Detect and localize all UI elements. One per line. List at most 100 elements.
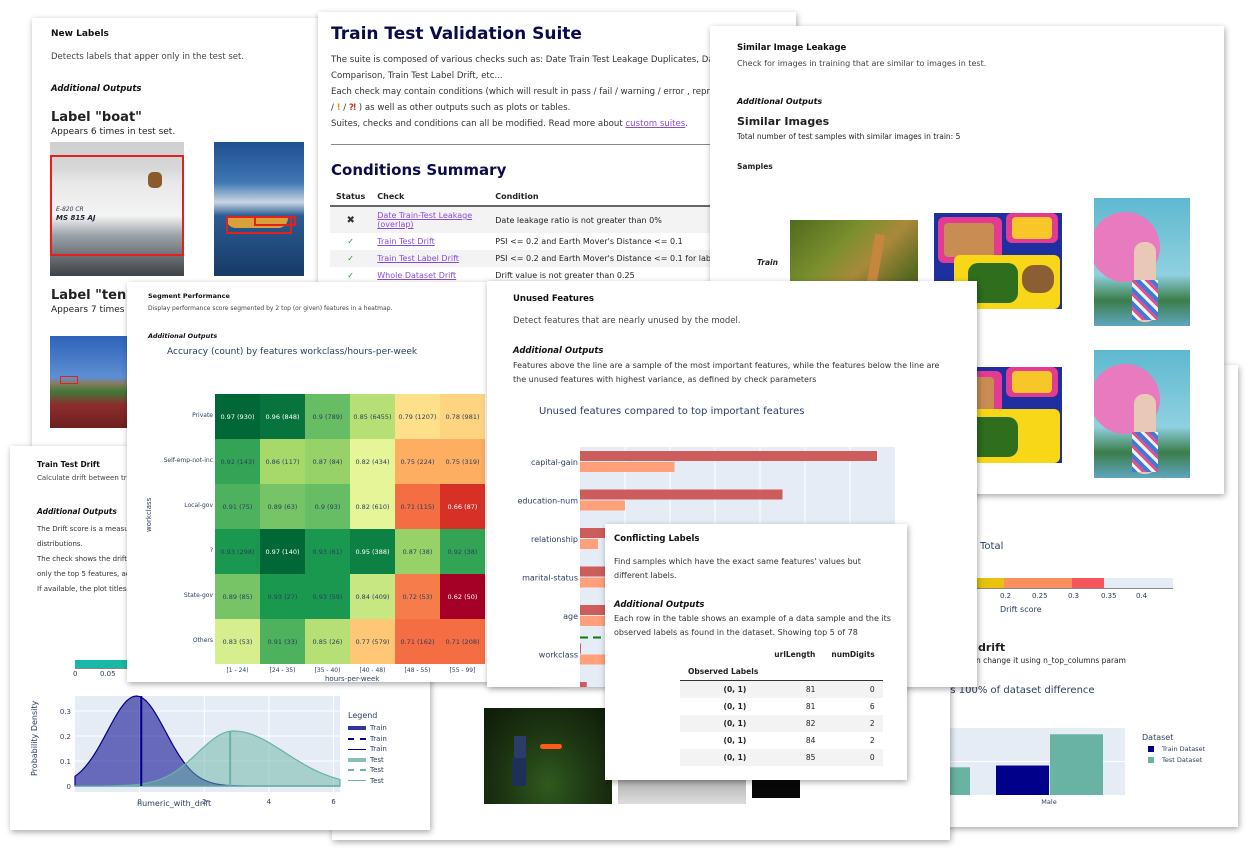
- similar-total-text: Total number of test samples with simila…: [737, 132, 961, 141]
- bounding-box: [254, 216, 296, 226]
- heatmap-cell[interactable]: 0.82 (434): [350, 439, 395, 484]
- drift-tick: 0.35: [1101, 592, 1117, 600]
- drift-tick: 0.3: [1068, 592, 1080, 600]
- ttd-description: Calculate drift between trai: [37, 474, 133, 482]
- check-link[interactable]: Train Test Label Drift: [377, 254, 459, 263]
- density-xlabel: numeric_with_drift: [137, 799, 212, 808]
- heatmap-cell[interactable]: 0.93 (298): [215, 529, 260, 574]
- heatmap-cell[interactable]: 0.89 (63): [260, 484, 305, 529]
- heatmap-cell[interactable]: 0.77 (579): [350, 619, 395, 664]
- heatmap-cell[interactable]: 0.96 (848): [260, 394, 305, 439]
- umbrella-image-test: [1094, 350, 1190, 478]
- heatmap-cell[interactable]: 0.91 (75): [215, 484, 260, 529]
- heatmap-xlabel: hours-per-week: [325, 675, 380, 682]
- heatmap-cell[interactable]: 0.92 (143): [215, 439, 260, 484]
- heatmap-row-label: Local-gov: [184, 501, 213, 509]
- check-link[interactable]: Date Train-Test Leakage (overlap): [377, 211, 472, 229]
- pass-icon: ✓: [330, 250, 372, 267]
- drift-score-axis-label: Drift score: [1000, 605, 1042, 614]
- legend-item-train[interactable]: Train Dataset: [1148, 745, 1205, 753]
- legend-item[interactable]: Test: [348, 755, 387, 766]
- suite-description: The suite is composed of various checks …: [331, 55, 723, 129]
- similar-images-heading: Similar Images: [737, 115, 830, 128]
- conflicting-labels-card: Conflicting Labels Find samples which ha…: [605, 524, 907, 780]
- legend-swatch: [1148, 757, 1154, 763]
- boat-image-1: E-820 CR MS 815 AJ: [50, 142, 184, 276]
- heatmap-cell[interactable]: 0.62 (50): [440, 574, 485, 619]
- heatmap-cell[interactable]: 0.85 (6455): [350, 394, 395, 439]
- heatmap-cell[interactable]: 0.9 (789): [305, 394, 350, 439]
- x-tick-label: 6: [331, 798, 336, 806]
- legend-item-test[interactable]: Test Dataset: [1148, 756, 1202, 764]
- heatmap-cell[interactable]: 0.97 (140): [260, 529, 305, 574]
- custom-suites-link[interactable]: custom suites: [625, 119, 685, 129]
- heatmap-cell[interactable]: 0.82 (610): [350, 484, 395, 529]
- pass-icon: ✓: [347, 237, 354, 246]
- heatmap-cell[interactable]: 0.84 (409): [350, 574, 395, 619]
- check-link[interactable]: Whole Dataset Drift: [377, 271, 456, 280]
- heatmap-cell[interactable]: 0.75 (319): [440, 439, 485, 484]
- frisbee-image: [484, 708, 612, 804]
- heatmap-cell[interactable]: 0.87 (38): [395, 529, 440, 574]
- heatmap-cell[interactable]: 0.93 (61): [305, 529, 350, 574]
- heatmap-cell[interactable]: 0.79 (1207): [395, 394, 440, 439]
- bounding-box: [50, 155, 184, 256]
- additional-outputs-heading: Additional Outputs: [37, 507, 117, 516]
- importance-bar: [580, 682, 587, 687]
- heatmap-cell[interactable]: 0.89 (85): [215, 574, 260, 619]
- legend-label: Train: [370, 724, 387, 733]
- feature-label: marital-status: [522, 574, 578, 583]
- legend-item[interactable]: Train: [348, 744, 387, 755]
- heatmap-cell[interactable]: 0.97 (930): [215, 394, 260, 439]
- legend-item[interactable]: Train: [348, 734, 387, 745]
- table-row: (0, 1) 84 2: [723, 736, 875, 745]
- new-labels-description: Detects labels that apper only in the te…: [51, 52, 245, 62]
- heatmap-cell[interactable]: 0.72 (53): [395, 574, 440, 619]
- legend-swatch: [348, 748, 366, 750]
- density-ylabel: Probability Density: [30, 700, 39, 776]
- y-tick-label: 0.2: [60, 733, 71, 741]
- heatmap-col-label: [40 - 48): [359, 667, 386, 674]
- heatmap-cell[interactable]: 0.75 (224): [395, 439, 440, 484]
- total-chart-title: Total: [980, 541, 1004, 552]
- legend-item[interactable]: Train: [348, 723, 387, 734]
- col-numdigits: numDigits: [831, 650, 875, 659]
- train-bar: [996, 765, 1049, 795]
- heatmap-cell[interactable]: 0.66 (87): [440, 484, 485, 529]
- legend-label: Train: [370, 734, 387, 743]
- heatmap-cell[interactable]: 0.9 (93): [305, 484, 350, 529]
- legend-label: Train: [370, 745, 387, 754]
- variance-bar: [580, 539, 598, 549]
- heatmap-cell[interactable]: 0.87 (84): [305, 439, 350, 484]
- heatmap-cell[interactable]: 0.71 (208): [440, 619, 485, 664]
- heatmap-cell[interactable]: 0.78 (981): [440, 394, 485, 439]
- heatmap-col-label: [55 - 99]: [449, 667, 476, 674]
- y-tick-label: 0.3: [60, 708, 71, 716]
- heatmap-cell[interactable]: 0.85 (26): [305, 619, 350, 664]
- heatmap-cell[interactable]: 0.91 (33): [260, 619, 305, 664]
- legend-item[interactable]: Test: [348, 765, 387, 776]
- heatmap-cell[interactable]: 0.71 (162): [395, 619, 440, 664]
- boat-image-2: [214, 142, 304, 276]
- conflict-title: Conflicting Labels: [614, 534, 700, 544]
- heatmap-cell[interactable]: 0.83 (53): [215, 619, 260, 664]
- error-icon: ⁈: [348, 103, 357, 113]
- legend-swatch: [348, 737, 366, 740]
- heatmap-cell[interactable]: 0.93 (27): [260, 574, 305, 619]
- heatmap-cell[interactable]: 0.71 (115): [395, 484, 440, 529]
- importance-bar: [580, 643, 581, 654]
- heatmap-row-label: Private: [192, 411, 213, 419]
- heatmap-cell[interactable]: 0.92 (38): [440, 529, 485, 574]
- heatmap-cell[interactable]: 0.95 (388): [350, 529, 395, 574]
- check-link[interactable]: Train Test Drift: [377, 237, 435, 246]
- conditions-summary-title: Conditions Summary: [331, 161, 507, 179]
- legend-item[interactable]: Test: [348, 776, 387, 787]
- importance-bar: [580, 451, 877, 461]
- table-row: (0, 1) 82 2: [680, 715, 883, 732]
- ttd-explanation: The Drift score is a measure distributio…: [37, 525, 137, 593]
- heatmap-cell[interactable]: 0.86 (117): [260, 439, 305, 484]
- feature-label: age: [563, 612, 578, 621]
- category-label: Male: [1041, 798, 1056, 806]
- feature-label: capital-gain: [531, 458, 578, 467]
- heatmap-cell[interactable]: 0.93 (59): [305, 574, 350, 619]
